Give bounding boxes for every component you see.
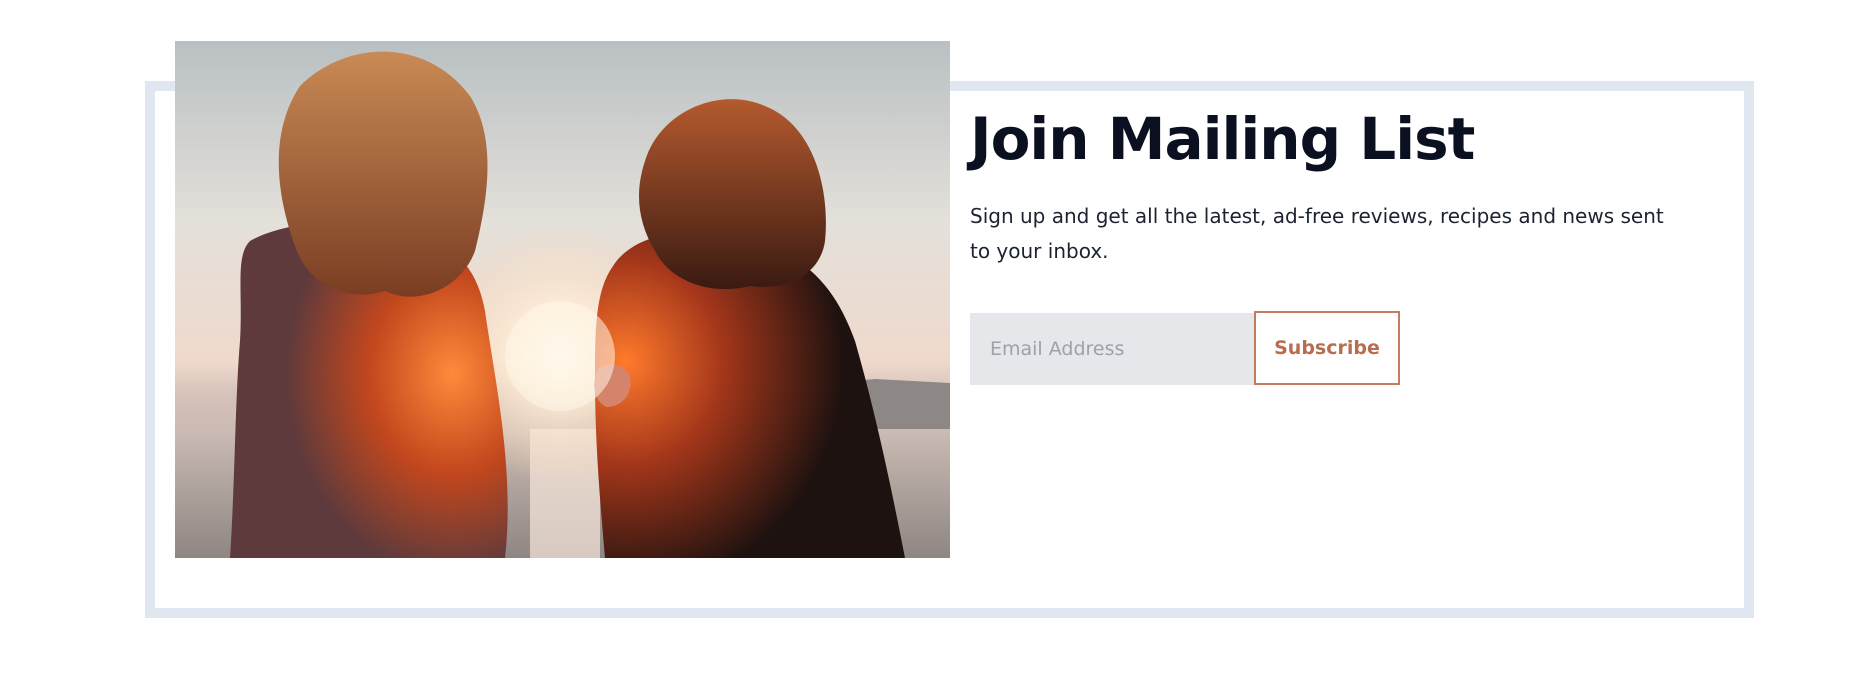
newsletter-photo [175,41,950,558]
newsletter-title: Join Mailing List [970,105,1475,173]
newsletter-description: Sign up and get all the latest, ad-free … [970,204,1664,263]
subscribe-button[interactable]: Subscribe [1254,311,1400,385]
newsletter-form: Subscribe [970,311,1400,385]
email-input[interactable] [970,313,1254,385]
sunset-photo-image [175,41,950,558]
newsletter-content: Join Mailing List Sign up and get all th… [970,103,1690,269]
